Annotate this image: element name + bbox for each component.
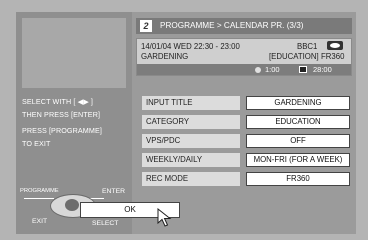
- program-rec-mode: FR360: [321, 52, 345, 61]
- instruction-line: TO EXIT: [22, 138, 51, 148]
- setting-label: CATEGORY: [142, 115, 240, 129]
- leader-line: [24, 198, 54, 199]
- osd-screen: SELECT WITH [ ◀▶ ] THEN PRESS [ENTER] PR…: [16, 12, 356, 234]
- page-number-badge: 2: [140, 20, 152, 32]
- setting-row-vps-pdc[interactable]: VPS/PDC OFF: [142, 134, 354, 148]
- setting-value[interactable]: FR360: [246, 172, 350, 186]
- info-status-bar: 1:00 28:00: [137, 64, 351, 75]
- program-category: [EDUCATION]: [269, 52, 319, 61]
- program-duration: 1:00: [265, 65, 280, 74]
- setting-row-input-title[interactable]: INPUT TITLE GARDENING: [142, 96, 354, 110]
- program-channel: BBC1: [297, 42, 318, 51]
- setting-value[interactable]: MON-FRI (FOR A WEEK): [246, 153, 350, 167]
- program-name: GARDENING: [141, 52, 189, 61]
- page-title: PROGRAMME > CALENDAR PR. (3/3): [160, 21, 304, 30]
- pointer-cursor-icon: [157, 208, 172, 227]
- setting-label: WEEKLY/DAILY: [142, 153, 240, 167]
- setting-label: INPUT TITLE: [142, 96, 240, 110]
- title-bar: 2 PROGRAMME > CALENDAR PR. (3/3): [136, 18, 352, 34]
- setting-value[interactable]: EDUCATION: [246, 115, 350, 129]
- setting-value[interactable]: OFF: [246, 134, 350, 148]
- setting-value[interactable]: GARDENING: [246, 96, 350, 110]
- program-info-panel: 14/01/04 WED 22:30 - 23:00 BBC1 GARDENIN…: [136, 38, 352, 76]
- setting-row-weekly-daily[interactable]: WEEKLY/DAILY MON-FRI (FOR A WEEK): [142, 153, 354, 167]
- instruction-line: PRESS [PROGRAMME]: [22, 126, 102, 135]
- setting-row-category[interactable]: CATEGORY EDUCATION: [142, 115, 354, 129]
- disc-icon: [255, 67, 261, 73]
- instructions: SELECT WITH [ ◀▶ ] THEN PRESS [ENTER] PR…: [22, 96, 128, 150]
- tape-icon: [299, 66, 307, 73]
- program-datetime: 14/01/04 WED 22:30 - 23:00: [141, 42, 240, 51]
- remote-exit-label: EXIT: [32, 218, 48, 225]
- left-pane: SELECT WITH [ ◀▶ ] THEN PRESS [ENTER] PR…: [16, 12, 132, 234]
- remote-enter-label: ENTER: [102, 188, 126, 195]
- instruction-line: THEN PRESS [ENTER]: [22, 109, 101, 119]
- setting-row-rec-mode[interactable]: REC MODE FR360: [142, 172, 354, 186]
- remote-center-button-icon: [65, 199, 79, 211]
- setting-label: REC MODE: [142, 172, 240, 186]
- preview-box: [22, 18, 126, 88]
- instruction-line: SELECT WITH [ ◀▶ ]: [22, 97, 94, 106]
- setting-label: VPS/PDC: [142, 134, 240, 148]
- program-remaining: 28:00: [313, 65, 332, 74]
- broadcast-icon: [327, 41, 343, 50]
- remote-programme-label: PROGRAMME: [20, 188, 59, 194]
- remote-select-label: SELECT: [92, 220, 119, 227]
